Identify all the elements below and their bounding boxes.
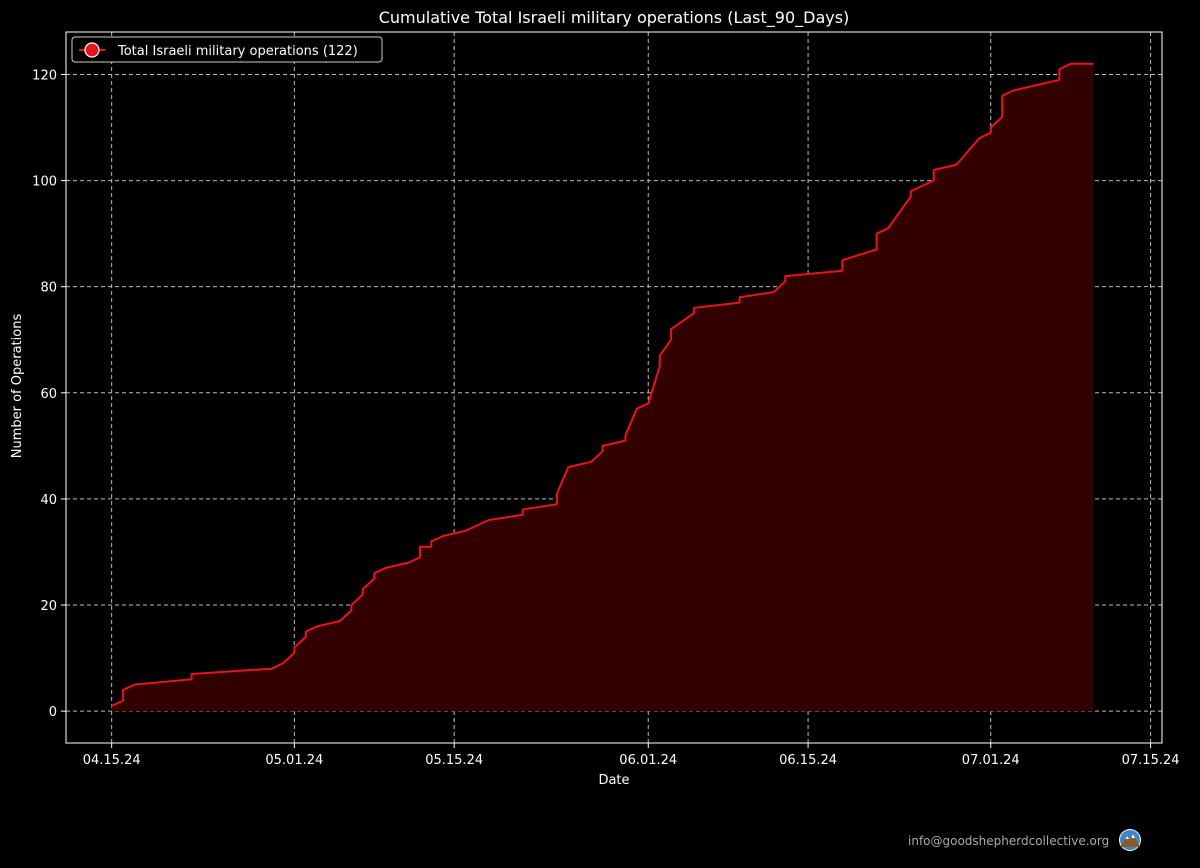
legend-label: Total Israeli military operations (122) xyxy=(117,44,358,59)
y-tick-label: 0 xyxy=(49,705,57,720)
chart-title: Cumulative Total Israeli military operat… xyxy=(379,8,850,28)
y-axis-label: Number of Operations xyxy=(10,314,25,459)
x-tick-label: 05.01.24 xyxy=(265,753,323,768)
legend: Total Israeli military operations (122) xyxy=(71,36,383,63)
chart: Cumulative Total Israeli military operat… xyxy=(0,0,1200,868)
y-tick-label: 20 xyxy=(40,599,57,614)
x-tick-label: 06.15.24 xyxy=(779,753,837,768)
x-tick-label: 07.01.24 xyxy=(962,753,1020,768)
footer-email: info@goodshepherdcollective.org xyxy=(908,834,1110,848)
legend-marker-icon xyxy=(84,42,100,58)
x-tick-label: 07.15.24 xyxy=(1122,753,1180,768)
x-tick-label: 04.15.24 xyxy=(83,753,141,768)
y-tick-label: 40 xyxy=(40,493,57,508)
y-tick-label: 80 xyxy=(40,281,57,296)
mountain-logo-icon xyxy=(1119,829,1141,851)
x-tick-label: 06.01.24 xyxy=(619,753,677,768)
y-tick-label: 120 xyxy=(32,68,57,83)
x-axis-label: Date xyxy=(598,773,629,788)
y-tick-label: 100 xyxy=(32,175,57,190)
y-tick-label: 60 xyxy=(40,387,57,402)
x-tick-label: 05.15.24 xyxy=(425,753,483,768)
